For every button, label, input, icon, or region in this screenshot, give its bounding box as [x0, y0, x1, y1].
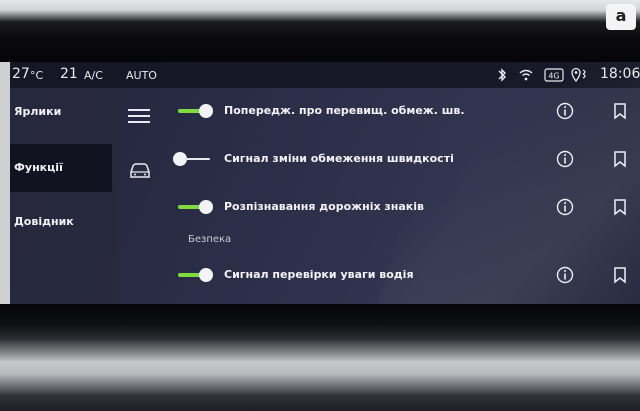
sidebar-item-shortcuts[interactable]: Ярлики [10, 88, 112, 136]
bookmark-icon[interactable] [612, 150, 628, 168]
row-label: Сигнал зміни обмеження швидкості [224, 152, 454, 165]
bookmark-icon[interactable] [612, 102, 628, 120]
lte-4g-icon: 4G [544, 68, 564, 82]
row-label: Попередж. про перевищ. обмеж. шв. [224, 104, 465, 117]
info-icon[interactable] [556, 150, 574, 168]
location-services-icon [571, 67, 586, 83]
row-label: Сигнал перевірки уваги водія [224, 268, 414, 281]
menu-icon[interactable] [128, 108, 150, 124]
auto-button[interactable]: AUTO [126, 69, 157, 82]
bluetooth-icon [498, 68, 506, 82]
sidebar-item-functions[interactable]: Функції [10, 144, 112, 192]
status-bar: 27 °C 21 A/C AUTO 4G 18:06 [10, 62, 640, 88]
info-icon[interactable] [556, 198, 574, 216]
temp-left-value[interactable]: 27 [12, 66, 30, 82]
settings-row-speed-limit-signal: Сигнал зміни обмеження швидкості [164, 138, 640, 182]
info-icon[interactable] [556, 102, 574, 120]
watermark-logo: a [606, 4, 636, 30]
bottom-bezel-trim [0, 304, 640, 411]
temp-right-value[interactable]: 21 [60, 66, 78, 82]
settings-row-traffic-sign-recognition: Розпізнавання дорожніх знаків [164, 186, 640, 230]
top-bezel [0, 0, 640, 62]
infotainment-screen: 27 °C 21 A/C AUTO 4G 18:06 Ярлики Функці… [10, 62, 640, 304]
toggle-switch-on[interactable] [178, 267, 218, 283]
car-icon[interactable] [128, 162, 152, 180]
toggle-switch-on[interactable] [178, 103, 218, 119]
row-label: Розпізнавання дорожніх знаків [224, 200, 424, 213]
sidebar-item-guide[interactable]: Довідник [10, 198, 112, 246]
bookmark-icon[interactable] [612, 198, 628, 216]
wifi-icon [519, 69, 533, 81]
clock: 18:06 [600, 66, 640, 82]
bookmark-icon[interactable] [612, 266, 628, 284]
ac-button[interactable]: A/C [84, 69, 103, 82]
info-icon[interactable] [556, 266, 574, 284]
settings-row-overspeed-warning: Попередж. про перевищ. обмеж. шв. [164, 90, 640, 134]
settings-list: Попередж. про перевищ. обмеж. шв. Сигнал… [164, 88, 640, 304]
svg-text:4G: 4G [548, 72, 559, 81]
section-header-safety: Безпека [188, 234, 232, 245]
sidebar: Ярлики Функції Довідник [10, 88, 116, 304]
toggle-switch-off[interactable] [172, 151, 212, 167]
settings-row-driver-attention: Сигнал перевірки уваги водія [164, 254, 640, 298]
temp-left-unit: °C [30, 69, 44, 82]
toggle-switch-on[interactable] [178, 199, 218, 215]
category-rail [116, 88, 164, 304]
